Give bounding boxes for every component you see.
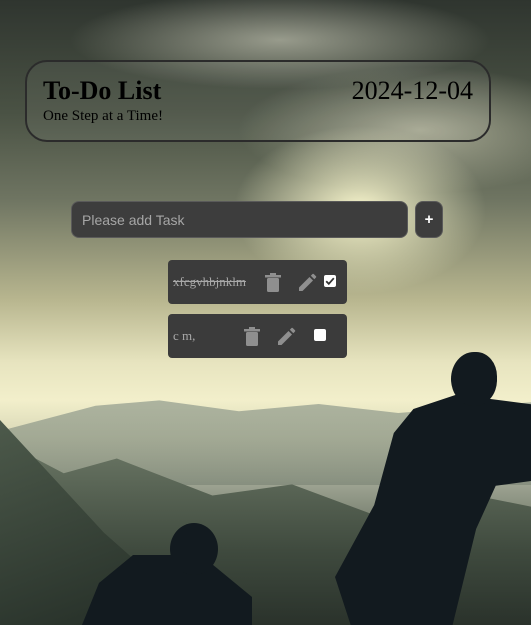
task-item: c m,	[168, 314, 347, 358]
task-input[interactable]	[71, 201, 408, 238]
header-card: To-Do List One Step at a Time! 2024-12-0…	[25, 60, 491, 142]
task-text: xfcgvhbjnklm	[173, 274, 246, 289]
task-checkbox-checked[interactable]	[324, 275, 336, 287]
add-task-button[interactable]: +	[415, 201, 443, 238]
trash-icon[interactable]	[241, 325, 263, 347]
trash-icon[interactable]	[262, 271, 284, 293]
current-date: 2024-12-04	[351, 76, 473, 105]
climber-head-right	[451, 352, 497, 406]
page-subtitle: One Step at a Time!	[43, 108, 163, 124]
pencil-icon[interactable]	[275, 325, 297, 347]
page-title: To-Do List	[43, 76, 162, 105]
climber-head-left	[170, 523, 218, 575]
task-checkbox-unchecked[interactable]	[314, 329, 326, 341]
task-text: c m,	[173, 328, 196, 343]
pencil-icon[interactable]	[296, 271, 318, 293]
task-item: xfcgvhbjnklm	[168, 260, 347, 304]
